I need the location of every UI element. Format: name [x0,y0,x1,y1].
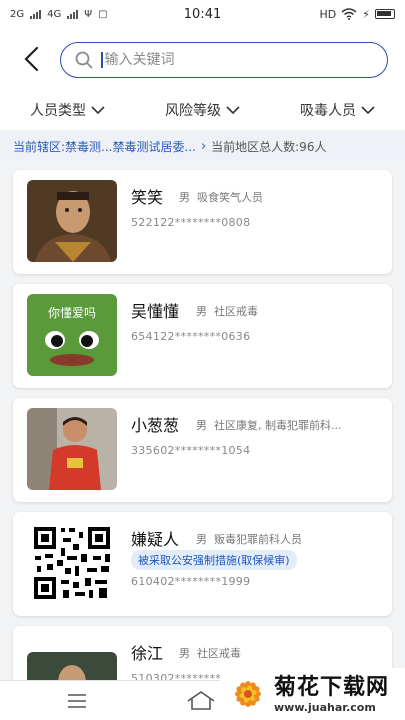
person-meta: 男 吸食笑气人员 [179,189,263,205]
status-bar: 2G 4G Ψ ▢ 10:41 HD ⚡ [0,0,405,28]
avatar [27,522,117,604]
battery-icon [375,9,395,19]
filter-bar: 人员类型 风险等级 吸毒人员 [0,90,405,130]
menu-icon[interactable] [66,693,88,709]
sim2-label: 4G [47,8,62,20]
person-gender: 男 [196,305,207,318]
person-meta: 男 社区戒毒 [196,303,258,319]
person-gender: 男 [196,533,207,546]
person-card[interactable]: 你懂爱吗 吴懂懂 男 社区戒毒 654122********0636 [13,284,392,388]
person-card[interactable]: 笑笑 男 吸食笑气人员 522122********0808 [13,170,392,274]
avatar [27,180,117,262]
person-category: 贩毒犯罪前科人员 [214,533,302,546]
person-category: 社区康复, 制毒犯罪前科... [214,419,342,432]
person-id: 522122********0808 [131,216,251,229]
charging-icon: ⚡ [362,7,370,21]
filter-label: 风险等级 [165,103,221,119]
filter-label: 人员类型 [30,103,86,119]
chevron-left-icon [24,46,39,72]
person-card[interactable]: 嫌疑人 男 贩毒犯罪前科人员 被采取公安强制措施(取保候审) 610402***… [13,512,392,616]
text-cursor [101,52,103,68]
wifi-icon [341,8,357,20]
flower-logo-icon [235,681,261,707]
district-selector[interactable]: 当前辖区:禁毒测...禁毒测试居委... [13,138,196,155]
chevron-down-icon [91,106,105,115]
chevron-down-icon [226,106,240,115]
watermark: 菊花下载网 www.juahar.com [220,668,405,720]
person-category: 社区戒毒 [197,647,241,660]
person-name: 吴懂懂 [131,302,180,321]
chevron-right-icon[interactable]: › [201,139,206,154]
avatar: 你懂爱吗 [27,294,117,376]
back-button[interactable] [16,44,46,74]
person-list: 笑笑 男 吸食笑气人员 522122********0808 你懂爱吗 吴懂懂 … [13,170,392,720]
search-input[interactable] [104,52,335,68]
person-name: 小葱葱 [131,416,180,435]
watermark-title: 菊花下载网 [274,674,390,700]
search-bar[interactable] [60,42,388,78]
person-gender: 男 [179,191,190,204]
avatar [27,408,117,490]
filter-drug-users[interactable]: 吸毒人员 [270,90,405,130]
qr-code-icon [27,522,117,604]
usb-icon: Ψ [84,8,93,20]
sim1-label: 2G [10,8,25,20]
person-id: 654122********0636 [131,330,251,343]
hd-label: HD [319,7,337,21]
filter-label: 吸毒人员 [300,103,356,119]
person-name: 笑笑 [131,188,164,207]
chevron-down-icon [361,106,375,115]
total-count: 当前地区总人数:96人 [211,139,327,154]
person-gender: 男 [179,647,190,660]
person-category: 吸食笑气人员 [197,191,263,204]
signal-icon [67,9,79,19]
person-card[interactable]: 小葱葱 男 社区康复, 制毒犯罪前科... 335602********1054 [13,398,392,502]
person-meta: 男 贩毒犯罪前科人员 [196,531,302,547]
person-name: 徐江 [131,644,164,663]
filter-person-type[interactable]: 人员类型 [0,90,135,130]
watermark-url: www.juahar.com [274,700,376,714]
search-icon [75,51,93,69]
person-gender: 男 [196,419,207,432]
watermark-text: 菊花下载网 www.juahar.com [274,675,389,714]
person-id: 610402********1999 [131,575,251,588]
person-meta: 男 社区戒毒 [179,645,241,661]
avatar-caption: 你懂爱吗 [47,306,96,320]
status-right: HD ⚡ [320,8,395,21]
person-meta: 男 社区康复, 制毒犯罪前科... [196,417,341,433]
district-bar: 当前辖区:禁毒测...禁毒测试居委... › 当前地区总人数:96人 [0,132,405,160]
filter-risk-level[interactable]: 风险等级 [135,90,270,130]
header [0,28,405,90]
status-left: 2G 4G Ψ ▢ [10,9,108,20]
person-id: 335602********1054 [131,444,251,457]
status-badge: 被采取公安强制措施(取保候审) [131,550,297,570]
person-category: 社区戒毒 [214,305,258,318]
home-icon[interactable] [186,689,216,711]
person-name: 嫌疑人 [131,530,180,549]
signal-icon [30,9,42,19]
notification-icon: ▢ [98,8,108,20]
